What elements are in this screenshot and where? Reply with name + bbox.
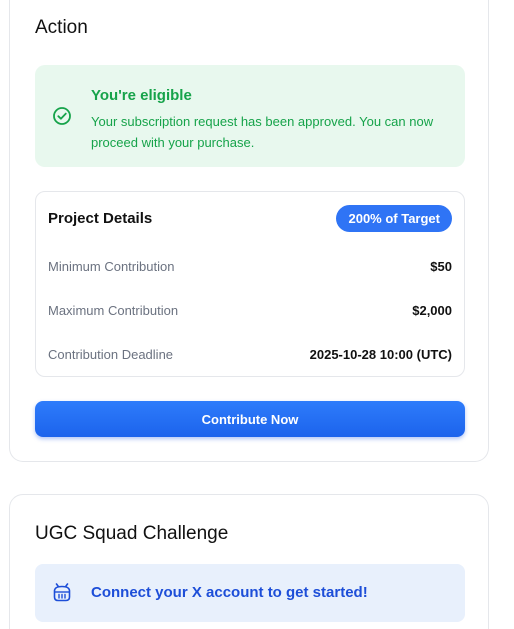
target-badge: 200% of Target <box>336 205 452 232</box>
eligibility-banner: You're eligible Your subscription reques… <box>35 65 465 167</box>
robot-icon <box>52 583 72 603</box>
detail-row-minimum: Minimum Contribution $50 <box>48 257 452 277</box>
action-card: Action You're eligible Your subscription… <box>9 0 489 462</box>
detail-label: Maximum Contribution <box>48 303 179 318</box>
connect-x-text[interactable]: Connect your X account to get started! <box>91 584 368 601</box>
eligibility-title: You're eligible <box>91 87 192 104</box>
detail-row-maximum: Maximum Contribution $2,000 <box>48 301 452 321</box>
detail-value: $2,000 <box>412 303 452 318</box>
contribute-now-button[interactable]: Contribute Now <box>35 401 465 437</box>
ugc-card-title: UGC Squad Challenge <box>35 523 229 544</box>
detail-value: $50 <box>430 259 452 274</box>
check-circle-icon <box>52 106 72 126</box>
page: Action You're eligible Your subscription… <box>0 0 514 629</box>
eligibility-message: Your subscription request has been appro… <box>91 114 434 150</box>
project-details-title: Project Details <box>48 210 153 227</box>
detail-label: Minimum Contribution <box>48 259 175 274</box>
detail-value: 2025-10-28 10:00 (UTC) <box>309 347 452 362</box>
project-details-panel: Project Details 200% of Target Minimum C… <box>35 191 465 377</box>
detail-row-deadline: Contribution Deadline 2025-10-28 10:00 (… <box>48 345 452 365</box>
connect-x-banner[interactable]: Connect your X account to get started! <box>35 564 465 622</box>
detail-label: Contribution Deadline <box>48 347 174 362</box>
action-card-title: Action <box>35 17 88 38</box>
ugc-challenge-card: UGC Squad Challenge Connect your X accou… <box>9 494 489 629</box>
